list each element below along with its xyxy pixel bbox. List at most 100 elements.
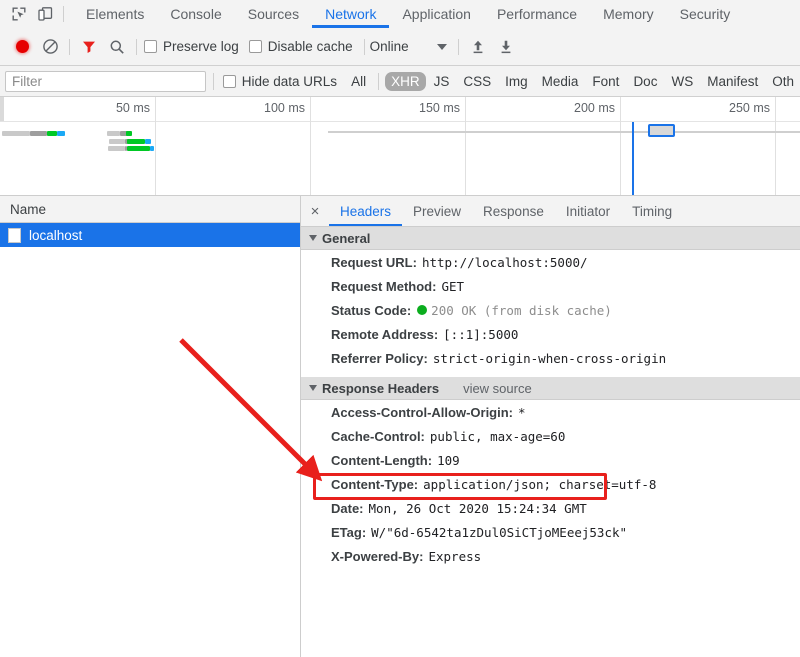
tab-network-label: Network bbox=[325, 6, 376, 22]
tab-timing-label: Timing bbox=[632, 204, 672, 219]
response-header-value: 109 bbox=[437, 452, 460, 469]
general-header-value: 200 OK (from disk cache) bbox=[431, 302, 612, 319]
type-filter-ws[interactable]: WS bbox=[665, 72, 699, 91]
tab-application-label: Application bbox=[402, 6, 471, 22]
type-filter-manifest[interactable]: Manifest bbox=[701, 72, 764, 91]
type-filter-img[interactable]: Img bbox=[499, 72, 534, 91]
tab-response[interactable]: Response bbox=[472, 196, 555, 226]
general-header-row: Request Method:GET bbox=[301, 274, 800, 298]
type-filter-all[interactable]: All bbox=[345, 72, 372, 91]
response-header-value: W/"6d-6542ta1zDul0SiCTjoMEeej53ck" bbox=[371, 524, 627, 541]
chevron-down-icon bbox=[309, 235, 317, 241]
section-title-general: General bbox=[322, 231, 370, 246]
tab-sources[interactable]: Sources bbox=[235, 0, 312, 28]
tab-timing[interactable]: Timing bbox=[621, 196, 683, 226]
type-filter-other[interactable]: Oth bbox=[766, 72, 800, 91]
filter-divider bbox=[213, 73, 214, 90]
disable-cache-label: Disable cache bbox=[268, 39, 353, 54]
record-button[interactable] bbox=[8, 33, 36, 61]
general-header-value: strict-origin-when-cross-origin bbox=[433, 350, 666, 367]
overview-request-bar bbox=[107, 131, 120, 136]
type-filter-css[interactable]: CSS bbox=[457, 72, 497, 91]
devtools-top-toolbar: Elements Console Sources Network Applica… bbox=[0, 0, 800, 29]
resource-type-filters: All XHR JS CSS Img Media Font Doc WS Man… bbox=[345, 72, 800, 91]
section-header-general[interactable]: General bbox=[301, 227, 800, 250]
preserve-log-label: Preserve log bbox=[163, 39, 239, 54]
general-header-row: Status Code:200 OK (from disk cache) bbox=[301, 298, 800, 322]
tab-performance-label: Performance bbox=[497, 6, 577, 22]
overview-request-bar bbox=[57, 131, 65, 136]
overview-long-request-bar bbox=[328, 131, 800, 133]
tab-memory[interactable]: Memory bbox=[590, 0, 667, 28]
network-toolbar: Preserve log Disable cache Online bbox=[0, 28, 800, 66]
general-header-row: Referrer Policy:strict-origin-when-cross… bbox=[301, 346, 800, 370]
tab-console-label: Console bbox=[170, 6, 221, 22]
overview-request-bar bbox=[127, 146, 150, 151]
clear-button[interactable] bbox=[36, 33, 64, 61]
type-filter-doc[interactable]: Doc bbox=[627, 72, 663, 91]
overview-header-rule bbox=[0, 121, 800, 122]
type-filter-font[interactable]: Font bbox=[586, 72, 625, 91]
tab-network[interactable]: Network bbox=[312, 0, 389, 28]
filter-input[interactable] bbox=[5, 71, 206, 92]
disable-cache-checkbox[interactable]: Disable cache bbox=[249, 39, 353, 54]
tab-preview[interactable]: Preview bbox=[402, 196, 472, 226]
type-filter-xhr[interactable]: XHR bbox=[385, 72, 426, 91]
throttling-dropdown[interactable]: Online bbox=[370, 39, 447, 54]
response-header-row: Content-Length: 109 bbox=[301, 448, 800, 472]
overview-request-bar bbox=[2, 131, 30, 136]
response-header-name: Access-Control-Allow-Origin: bbox=[331, 404, 513, 421]
devtools-window: Elements Console Sources Network Applica… bbox=[0, 0, 800, 657]
tab-security-label: Security bbox=[680, 6, 731, 22]
response-header-row: ETag: W/"6d-6542ta1zDul0SiCTjoMEeej53ck" bbox=[301, 520, 800, 544]
overview-selected-request[interactable] bbox=[648, 124, 675, 137]
response-header-name: Date: bbox=[331, 500, 364, 517]
overview-request-bar bbox=[47, 131, 57, 136]
search-button[interactable] bbox=[103, 33, 131, 61]
request-row-localhost[interactable]: localhost bbox=[0, 223, 300, 247]
tab-headers[interactable]: Headers bbox=[329, 196, 402, 226]
tab-sources-label: Sources bbox=[248, 6, 299, 22]
export-har-button[interactable] bbox=[492, 33, 520, 61]
section-title-response-headers: Response Headers bbox=[322, 381, 439, 396]
response-header-value: * bbox=[518, 404, 526, 421]
hide-data-urls-checkbox[interactable]: Hide data URLs bbox=[223, 74, 337, 89]
record-icon bbox=[16, 40, 29, 53]
type-filter-media[interactable]: Media bbox=[536, 72, 585, 91]
general-header-name: Request URL: bbox=[331, 254, 417, 271]
preserve-log-checkbox[interactable]: Preserve log bbox=[144, 39, 239, 54]
toolbar-divider bbox=[364, 39, 365, 55]
response-header-value: Express bbox=[428, 548, 481, 565]
tab-application[interactable]: Application bbox=[389, 0, 484, 28]
response-header-value: Mon, 26 Oct 2020 15:24:34 GMT bbox=[369, 500, 587, 517]
response-header-name: ETag: bbox=[331, 524, 366, 541]
section-header-response-headers[interactable]: Response Headers view source bbox=[301, 377, 800, 400]
close-icon[interactable]: × bbox=[301, 196, 329, 226]
overview-request-bar bbox=[127, 139, 145, 144]
inspect-element-icon[interactable] bbox=[6, 1, 32, 27]
response-header-name: X-Powered-By: bbox=[331, 548, 423, 565]
toolbar-divider bbox=[69, 39, 70, 55]
device-toolbar-icon[interactable] bbox=[32, 1, 58, 27]
overview-tick-label: 200 ms bbox=[574, 101, 620, 115]
response-header-name: Cache-Control: bbox=[331, 428, 425, 445]
tab-console[interactable]: Console bbox=[157, 0, 234, 28]
clear-icon bbox=[42, 38, 59, 55]
tab-security[interactable]: Security bbox=[667, 0, 744, 28]
preserve-log-box bbox=[144, 40, 157, 53]
general-header-name: Remote Address: bbox=[331, 326, 438, 343]
network-overview-timeline[interactable]: 50 ms 100 ms 150 ms 200 ms 250 ms bbox=[0, 97, 800, 196]
funnel-icon bbox=[81, 39, 97, 55]
response-header-name: Content-Length: bbox=[331, 452, 432, 469]
type-filter-js[interactable]: JS bbox=[428, 72, 456, 91]
filter-toggle-button[interactable] bbox=[75, 33, 103, 61]
tab-initiator[interactable]: Initiator bbox=[555, 196, 621, 226]
import-har-button[interactable] bbox=[464, 33, 492, 61]
overview-request-bar bbox=[108, 146, 125, 151]
request-details-pane: × Headers Preview Response Initiator Tim… bbox=[301, 196, 800, 657]
tab-elements[interactable]: Elements bbox=[73, 0, 157, 28]
view-source-link[interactable]: view source bbox=[463, 381, 532, 396]
general-header-value: http://localhost:5000/ bbox=[422, 254, 588, 271]
hide-data-urls-box bbox=[223, 75, 236, 88]
tab-performance[interactable]: Performance bbox=[484, 0, 590, 28]
